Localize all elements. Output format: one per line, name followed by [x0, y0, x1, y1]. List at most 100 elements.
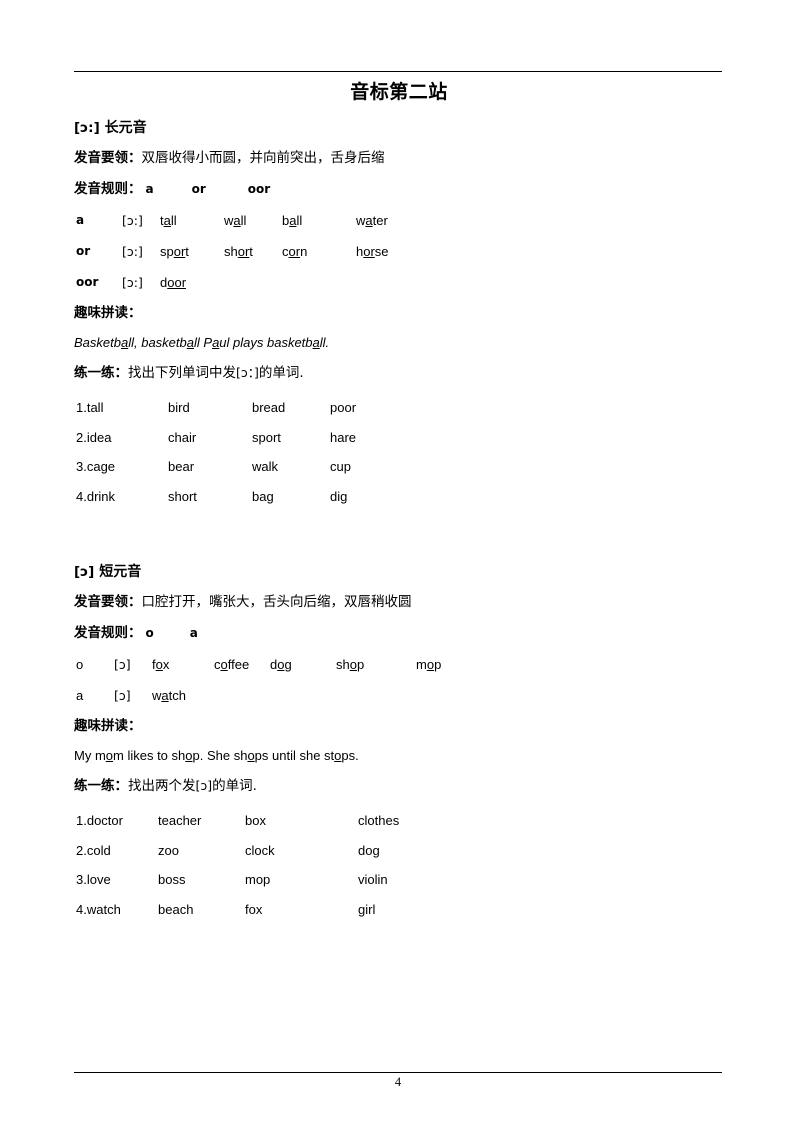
exercise-row: 1.tall bird bread poor [74, 393, 724, 423]
word-row-ipa: [ɔ] [114, 657, 131, 672]
exercise-word: 1.doctor [76, 813, 123, 828]
exercise-word: sport [252, 429, 281, 445]
underlined-vowel: a [186, 335, 194, 350]
section1-key-line: 发音要领：双唇收得小而圆，并向前突出，舌身后缩 [74, 143, 724, 174]
exercise-word: bag [252, 488, 274, 504]
section2-exercise-grid: 1.doctor teacher box clothes 2.cold zoo clock d… [74, 806, 724, 924]
example-word: fox [152, 657, 170, 672]
pronunciation-word-row: a [ɔ] watch [74, 680, 724, 711]
word-row-grapheme: oor [76, 275, 99, 289]
underlined-vowel: a [312, 335, 320, 350]
section2-fun-label: 趣味拼读： [74, 718, 142, 734]
exercise-word: boss [158, 872, 186, 887]
page-number: 4 [394, 1075, 402, 1089]
exercise-row: 2.idea chair sport hare [74, 423, 724, 453]
exercise-word: bear [168, 459, 195, 474]
section1-rule-line: 发音规则： a or oor [74, 174, 724, 205]
rule-letter: oor [247, 182, 271, 196]
word-row-ipa: [ɔ:] [122, 244, 143, 259]
word-row-ipa: [ɔ:] [122, 213, 143, 228]
exercise-word: 4.watch [76, 901, 121, 917]
section1-fun-label: 趣味拼读： [74, 305, 142, 321]
section2-key-text: 口腔打开，嘴张大，舌头向后缩，双唇稍收圆 [141, 594, 412, 610]
exercise-word: 3.love [76, 872, 111, 887]
exercise-word: bird [168, 400, 190, 415]
exercise-word: girl [358, 901, 376, 917]
section1-rule-label: 发音规则： [74, 181, 142, 197]
section1-key-text: 双唇收得小而圆，并向前突出，舌身后缩 [141, 150, 385, 166]
example-word: sport [160, 244, 189, 259]
section1-practice-q-pre: 找出下列单词中发 [128, 365, 236, 381]
example-word: shop [336, 657, 365, 672]
exercise-word: 1.tall [76, 400, 104, 415]
exercise-word: poor [330, 400, 357, 415]
section2-practice-q-post: 的单词. [212, 778, 257, 794]
exercise-row: 1.doctor teacher box clothes [74, 806, 724, 836]
exercise-row: 4.watch beach fox girl [74, 895, 724, 925]
document-page: 音标第二站 [ɔ:] 长元音 发音要领：双唇收得小而圆，并向前突出，舌身后缩 发… [0, 0, 794, 1123]
exercise-row: 2.cold zoo clock dog [74, 836, 724, 866]
word-row-ipa: [ɔ] [114, 688, 131, 703]
example-word: short [224, 244, 253, 259]
section1-practice-q-ipa: [ɔ：] [236, 365, 259, 380]
pronunciation-word-row: or [ɔ:] sport short corn horse [74, 236, 724, 267]
exercise-word: clothes [358, 813, 400, 828]
section1-key-label: 发音要领： [74, 150, 142, 166]
exercise-word: 4.drink [76, 488, 116, 504]
exercise-word: zoo [158, 842, 179, 858]
exercise-word: violin [358, 872, 388, 887]
section2-rule-letters: oa [142, 626, 198, 640]
section2-twister: My mom likes to shop. She shops until sh… [74, 748, 359, 763]
exercise-word: cup [330, 459, 351, 474]
word-row-grapheme: a [76, 213, 85, 227]
word-row-grapheme: o [76, 657, 84, 672]
example-word: door [160, 275, 187, 290]
underlined-vowel: a [120, 335, 129, 350]
example-word: horse [356, 244, 389, 259]
section1-word-rows: a [ɔ:] tall wall ball water or [ɔ:] sport short co… [74, 205, 724, 298]
exercise-word: dig [330, 488, 348, 504]
underlined-vowel: o [185, 748, 193, 763]
example-word: wall [224, 213, 247, 228]
rule-letter: a [189, 626, 198, 640]
example-word: coffee [214, 657, 250, 672]
exercise-row: 3.love boss mop violin [74, 865, 724, 895]
section2-heading-text: 短元音 [99, 564, 142, 580]
exercise-word: 3.cage [76, 459, 116, 474]
rule-letter: or [191, 182, 206, 196]
example-word: watch [152, 688, 186, 703]
underlined-vowel: o [105, 748, 114, 763]
exercise-word: clock [245, 842, 275, 858]
exercise-word: dog [358, 842, 380, 858]
rule-letter: a [145, 182, 154, 196]
exercise-word: 2.cold [76, 842, 111, 858]
example-word: water [356, 213, 388, 228]
exercise-word: hare [330, 429, 357, 445]
section1-heading: [ɔ:] 长元音 [74, 113, 724, 143]
exercise-word: 2.idea [76, 429, 112, 445]
document-content: 音标第二站 [ɔ:] 长元音 发音要领：双唇收得小而圆，并向前突出，舌身后缩 发… [74, 80, 724, 924]
pronunciation-word-row: a [ɔ:] tall wall ball water [74, 205, 724, 236]
section2-practice-label: 练一练： [74, 778, 128, 794]
exercise-word: teacher [158, 813, 202, 828]
exercise-word: chair [168, 429, 197, 445]
section2-rule-line: 发音规则： o a [74, 618, 724, 649]
pronunciation-word-row: oor [ɔ:] door [74, 267, 724, 298]
example-word: dog [270, 657, 292, 672]
section1-practice-q-post: 的单词. [258, 365, 304, 381]
pronunciation-word-row: o [ɔ] fox coffee dog shop mop [74, 649, 724, 680]
section1-practice-label: 练一练： [74, 365, 128, 381]
section2-key-line: 发音要领：口腔打开，嘴张大，舌头向后缩，双唇稍收圆 [74, 587, 724, 618]
section1-exercise-grid: 1.tall bird bread poor 2.idea chair sport hare 3… [74, 393, 724, 511]
section2-rule-label: 发音规则： [74, 625, 142, 641]
exercise-word: box [245, 813, 266, 828]
exercise-word: walk [252, 459, 279, 474]
exercise-word: mop [245, 872, 271, 887]
underlined-vowel: o [247, 748, 255, 763]
example-word: corn [282, 244, 308, 259]
section1-rule-letters: a or oor [142, 182, 271, 196]
example-word: ball [282, 213, 303, 228]
exercise-word: bread [252, 400, 286, 415]
exercise-word: short [168, 488, 197, 504]
